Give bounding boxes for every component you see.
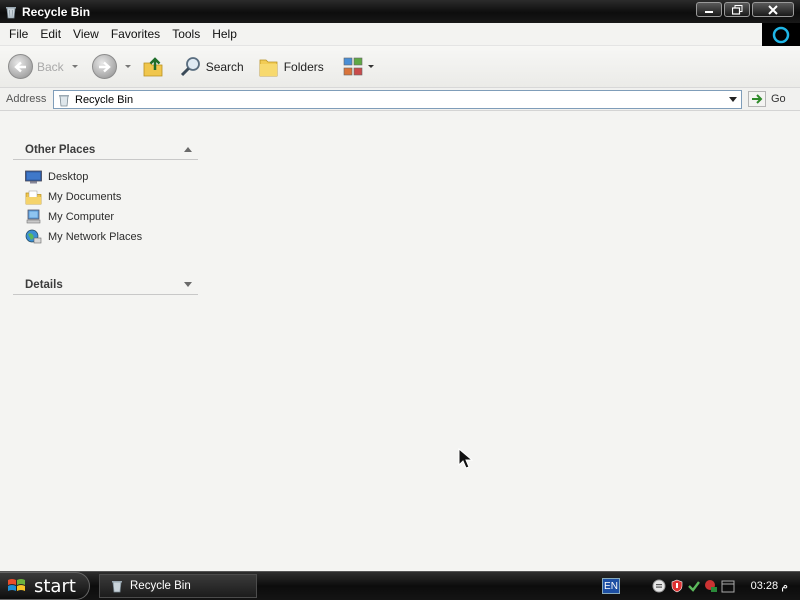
close-button[interactable] [752, 2, 794, 17]
window-controls [696, 2, 794, 17]
sidebar-item-label: My Computer [48, 211, 115, 223]
security-shield-icon[interactable] [670, 579, 684, 593]
system-tray: EN [598, 572, 735, 600]
address-label: Address [6, 93, 47, 105]
sidebar-item-my-documents[interactable]: My Documents [13, 187, 198, 207]
restore-icon [731, 4, 742, 15]
chevron-down-icon [728, 97, 737, 102]
details-title: Details [25, 278, 63, 291]
title-bar[interactable]: Recycle Bin [0, 0, 800, 23]
views-icon [343, 57, 363, 75]
language-indicator[interactable]: EN [602, 578, 620, 594]
other-places-header[interactable]: Other Places [13, 140, 198, 160]
windows-flag-icon [8, 579, 25, 591]
folders-icon [259, 59, 278, 76]
menu-file[interactable]: File [3, 27, 34, 41]
address-field[interactable]: Recycle Bin [53, 90, 742, 109]
folder-view[interactable]: Other Places Desktop My Documents My Com… [0, 111, 800, 571]
forward-dropdown-icon[interactable] [124, 65, 131, 68]
sidebar-item-label: Desktop [48, 171, 89, 183]
other-places-title: Other Places [25, 143, 96, 156]
sidebar-item-my-computer[interactable]: My Computer [13, 207, 198, 227]
windows-logo [762, 23, 800, 46]
recycle-bin-icon [112, 581, 122, 593]
collapse-icon[interactable] [184, 147, 192, 152]
address-bar: Address Recycle Bin Go [0, 88, 800, 111]
checkmark-icon[interactable] [687, 579, 701, 593]
menu-bar: File Edit View Favorites Tools Help [0, 23, 800, 46]
calendar-icon[interactable] [721, 579, 735, 593]
search-label: Search [205, 59, 244, 74]
other-places-panel: Other Places Desktop My Documents My Com… [13, 140, 198, 247]
address-value: Recycle Bin [75, 93, 134, 106]
clock[interactable]: 03:28 م [751, 579, 788, 592]
back-label: Back [37, 59, 64, 74]
folders-button[interactable]: Folders [258, 49, 324, 85]
up-folder-button[interactable] [141, 49, 165, 85]
network-places-icon [25, 229, 42, 245]
recycle-bin-icon [4, 5, 18, 19]
my-computer-icon [25, 209, 42, 225]
window-title: Recycle Bin [22, 4, 91, 19]
details-header[interactable]: Details [13, 275, 198, 295]
windows-throbber-icon [772, 26, 790, 43]
standard-toolbar: Back Search Folders [0, 46, 800, 88]
menu-tools[interactable]: Tools [166, 27, 206, 41]
minimize-icon [705, 10, 713, 13]
sidebar-item-label: My Documents [48, 191, 122, 203]
minimize-button[interactable] [696, 2, 722, 17]
go-button[interactable]: Go [748, 91, 786, 107]
network-status-icon[interactable] [704, 579, 718, 593]
back-arrow-icon [8, 54, 33, 79]
back-button[interactable]: Back [8, 49, 78, 85]
menu-edit[interactable]: Edit [34, 27, 67, 41]
search-button[interactable]: Search [179, 49, 244, 85]
menu-view[interactable]: View [67, 27, 105, 41]
desktop-icon [25, 169, 42, 185]
menu-help[interactable]: Help [206, 27, 243, 41]
taskbar-item-label: Recycle Bin [130, 580, 191, 592]
tray-app-icon[interactable] [652, 579, 666, 593]
taskbar-item-recycle-bin[interactable]: Recycle Bin [99, 574, 257, 598]
go-arrow-icon [748, 91, 766, 107]
go-label: Go [771, 93, 786, 105]
folders-label: Folders [283, 59, 324, 74]
start-label: start [34, 575, 76, 597]
views-dropdown-icon [367, 65, 374, 68]
taskbar: start Recycle Bin EN 03:28 م [0, 571, 800, 600]
back-dropdown-icon[interactable] [71, 65, 78, 68]
sidebar-item-desktop[interactable]: Desktop [13, 167, 198, 187]
sidebar-item-label: My Network Places [48, 231, 143, 243]
forward-arrow-icon [91, 54, 117, 79]
views-button[interactable] [342, 49, 374, 85]
close-icon [768, 4, 778, 15]
up-folder-icon [143, 56, 163, 76]
details-panel: Details [13, 275, 198, 295]
recycle-bin-small-icon [59, 94, 69, 106]
restore-button[interactable] [724, 2, 750, 17]
sidebar-item-my-network-places[interactable]: My Network Places [13, 227, 198, 247]
my-documents-icon [25, 189, 42, 205]
expand-icon[interactable] [184, 282, 192, 287]
address-dropdown-button[interactable] [726, 93, 739, 106]
mouse-cursor-icon [458, 448, 474, 469]
search-icon [180, 56, 200, 76]
menu-favorites[interactable]: Favorites [105, 27, 166, 41]
start-button[interactable]: start [0, 572, 90, 600]
forward-button[interactable] [91, 49, 131, 85]
